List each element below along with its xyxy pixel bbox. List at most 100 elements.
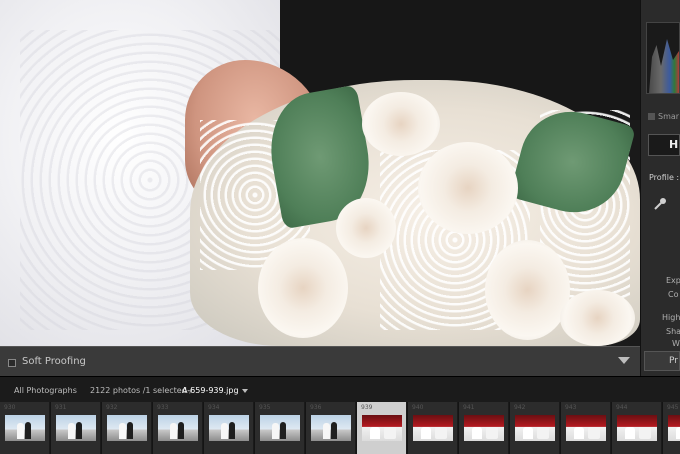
thumbnail-figure bbox=[280, 422, 286, 439]
thumbnail-figure bbox=[486, 427, 498, 439]
filename-dropdown-icon[interactable] bbox=[242, 389, 248, 393]
filmstrip-thumbnail[interactable]: 940 bbox=[408, 402, 458, 454]
thumbnail-figure bbox=[170, 423, 177, 439]
thumbnail-figure bbox=[221, 423, 228, 439]
thumbnail-figure bbox=[178, 422, 184, 439]
thumbnail-number: 934 bbox=[208, 404, 220, 411]
thumbnail-figure bbox=[384, 427, 396, 439]
thumbnail-figure bbox=[574, 427, 584, 439]
filmstrip-header: All Photographs 2122 photos /1 selected … bbox=[0, 376, 680, 402]
soft-proofing-checkbox[interactable] bbox=[8, 359, 16, 367]
filmstrip-thumbnail[interactable]: 931 bbox=[51, 402, 101, 454]
profile-label: Profile : bbox=[649, 173, 680, 182]
thumbnail-number: 936 bbox=[310, 404, 322, 411]
hsl-panel-button[interactable]: HS bbox=[648, 134, 680, 156]
thumbnail-figure bbox=[523, 427, 533, 439]
smart-preview-indicator[interactable]: Smar bbox=[648, 112, 679, 121]
photo-rose bbox=[560, 290, 635, 346]
thumbnail-figure bbox=[370, 427, 380, 439]
thumbnail-image bbox=[158, 415, 198, 441]
filmstrip-thumbnail[interactable]: 943 bbox=[561, 402, 611, 454]
filmstrip-thumbnail[interactable]: 935 bbox=[255, 402, 305, 454]
thumbnail-number: 930 bbox=[4, 404, 16, 411]
develop-toolbar: Soft Proofing bbox=[0, 346, 640, 376]
filmstrip-count: 2122 photos /1 selected / bbox=[90, 386, 193, 395]
contrast-label: Co bbox=[668, 290, 679, 299]
thumbnail-image bbox=[107, 415, 147, 441]
thumbnail-number: 940 bbox=[412, 404, 424, 411]
thumbnail-number: 945 bbox=[667, 404, 679, 411]
thumbnail-image bbox=[209, 415, 249, 441]
thumbnail-image bbox=[362, 415, 402, 441]
thumbnail-number: 941 bbox=[463, 404, 475, 411]
photo-rose bbox=[418, 142, 518, 234]
thumbnail-figure bbox=[25, 422, 31, 439]
photo-rose bbox=[485, 240, 570, 340]
thumbnail-figure bbox=[229, 422, 235, 439]
thumbnail-number: 939 bbox=[361, 404, 373, 411]
shadows-label: Sha bbox=[666, 327, 680, 336]
thumbnail-image bbox=[5, 415, 45, 441]
thumbnail-figure bbox=[323, 423, 330, 439]
thumbnail-image bbox=[566, 415, 606, 441]
thumbnail-figure bbox=[17, 423, 24, 439]
thumbnail-number: 944 bbox=[616, 404, 628, 411]
filmstrip-filename[interactable]: A-659-939.jpg bbox=[182, 386, 239, 395]
filmstrip-thumbnail[interactable]: 944 bbox=[612, 402, 662, 454]
filmstrip-thumbnail[interactable]: 942 bbox=[510, 402, 560, 454]
eyedropper-icon[interactable] bbox=[652, 196, 668, 212]
toolbar-menu-arrow-icon[interactable] bbox=[618, 357, 630, 364]
filmstrip-thumbnail[interactable]: 945 bbox=[663, 402, 680, 454]
thumbnail-image bbox=[464, 415, 504, 441]
lightroom-develop-window: Smar HS Profile : Exp Co High Sha W Pr S… bbox=[0, 0, 680, 454]
thumbnail-number: 933 bbox=[157, 404, 169, 411]
thumbnail-figure bbox=[588, 427, 600, 439]
thumbnail-number: 935 bbox=[259, 404, 271, 411]
filmstrip-thumbnail[interactable]: 941 bbox=[459, 402, 509, 454]
thumbnail-figure bbox=[676, 427, 680, 439]
previous-button[interactable]: Pr bbox=[644, 351, 680, 371]
thumbnail-image bbox=[56, 415, 96, 441]
thumbnail-figure bbox=[76, 422, 82, 439]
thumbnail-image bbox=[413, 415, 453, 441]
thumbnail-figure bbox=[639, 427, 651, 439]
filmstrip-source[interactable]: All Photographs bbox=[14, 386, 77, 395]
thumbnail-image bbox=[617, 415, 657, 441]
main-photo-preview[interactable] bbox=[0, 0, 640, 346]
photo-rose bbox=[336, 198, 396, 258]
thumbnail-figure bbox=[331, 422, 337, 439]
filmstrip-thumbnail[interactable]: 930 bbox=[0, 402, 50, 454]
filmstrip-thumbnail[interactable]: 934 bbox=[204, 402, 254, 454]
smart-preview-icon bbox=[648, 113, 655, 120]
thumbnail-image bbox=[260, 415, 300, 441]
highlights-label: High bbox=[662, 313, 680, 322]
filmstrip-thumbnail[interactable]: 939 bbox=[357, 402, 407, 454]
thumbnail-figure bbox=[435, 427, 447, 439]
thumbnail-figure bbox=[127, 422, 133, 439]
thumbnail-figure bbox=[272, 423, 279, 439]
filmstrip-thumbnail[interactable]: 932 bbox=[102, 402, 152, 454]
thumbnail-figure bbox=[625, 427, 635, 439]
photo-rose bbox=[258, 238, 348, 338]
thumbnail-figure bbox=[119, 423, 126, 439]
thumbnail-image bbox=[668, 415, 680, 441]
thumbnail-figure bbox=[68, 423, 75, 439]
thumbnail-image bbox=[515, 415, 555, 441]
filmstrip-thumbnail[interactable]: 936 bbox=[306, 402, 356, 454]
thumbnail-figure bbox=[421, 427, 431, 439]
photo-rose bbox=[362, 92, 440, 156]
soft-proofing-label: Soft Proofing bbox=[22, 356, 86, 367]
filmstrip-thumbnail[interactable]: 933 bbox=[153, 402, 203, 454]
histogram-graph bbox=[649, 39, 679, 93]
thumbnail-figure bbox=[472, 427, 482, 439]
thumbnail-number: 942 bbox=[514, 404, 526, 411]
thumbnail-number: 943 bbox=[565, 404, 577, 411]
whites-label: W bbox=[672, 339, 680, 348]
filmstrip: 930 931 932 933 934 935 936 939 940 941 942 943 944 9… bbox=[0, 402, 680, 454]
thumbnail-image bbox=[311, 415, 351, 441]
smart-preview-label: Smar bbox=[658, 112, 680, 121]
thumbnail-figure bbox=[537, 427, 549, 439]
thumbnail-number: 931 bbox=[55, 404, 67, 411]
histogram[interactable] bbox=[646, 22, 680, 94]
exposure-label: Exp bbox=[666, 276, 680, 285]
